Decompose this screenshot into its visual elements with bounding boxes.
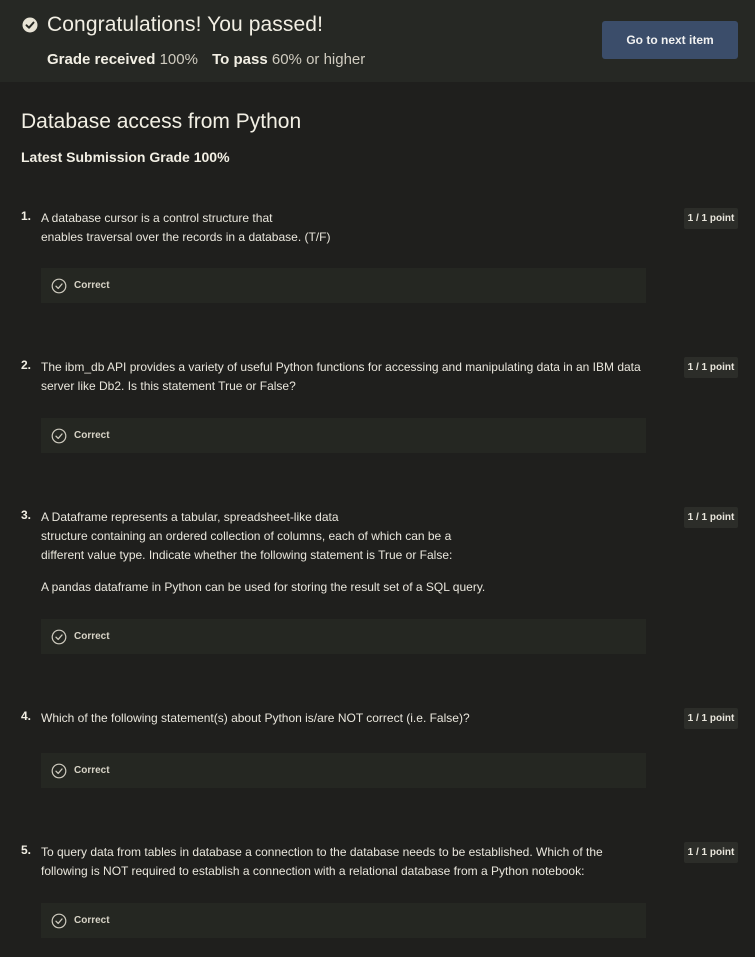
question-line: A database cursor is a control structure… — [41, 211, 273, 225]
pass-banner: Congratulations! You passed! Grade recei… — [0, 0, 755, 82]
question-line: The ibm_db API provides a variety of use… — [41, 360, 641, 374]
answer-result: Correct — [41, 619, 646, 654]
question-line: server like Db2. Is this statement True … — [41, 379, 296, 393]
check-circle-outline-icon — [51, 629, 67, 644]
question-line: following is NOT required to establish a… — [41, 864, 585, 878]
answer-result: Correct — [41, 753, 646, 788]
question-number: 3. — [21, 508, 32, 522]
question-line: To query data from tables in database a … — [41, 845, 603, 859]
question-line: Which of the following statement(s) abou… — [41, 711, 470, 725]
grade-summary: Grade received 100% To pass 60% or highe… — [47, 51, 375, 68]
result-label: Correct — [74, 631, 110, 642]
question-line: enables traversal over the records in a … — [41, 230, 331, 244]
question-statement: A pandas dataframe in Python can be used… — [41, 580, 486, 594]
answer-result: Correct — [41, 903, 646, 938]
question-text: The ibm_db API provides a variety of use… — [41, 358, 651, 396]
result-label: Correct — [74, 430, 110, 441]
check-circle-icon — [22, 17, 38, 33]
result-label: Correct — [74, 280, 110, 291]
question-number: 4. — [21, 709, 32, 723]
answer-result: Correct — [41, 268, 646, 303]
question-text: Which of the following statement(s) abou… — [41, 709, 651, 728]
points-badge: 1 / 1 point — [684, 208, 738, 229]
question-number: 1. — [21, 209, 32, 223]
to-pass-value: 60% or higher — [271, 51, 366, 68]
result-label: Correct — [74, 915, 110, 926]
grade-received-value: 100% — [159, 51, 198, 68]
quiz-title: Database access from Python — [21, 110, 302, 133]
question-number: 2. — [21, 358, 32, 372]
check-circle-outline-icon — [51, 913, 67, 928]
question-line: structure containing an ordered collecti… — [41, 529, 452, 543]
latest-submission-grade: Latest Submission Grade 100% — [21, 149, 230, 165]
question-text: To query data from tables in database a … — [41, 843, 651, 881]
to-pass-label: To pass — [212, 51, 268, 68]
check-circle-outline-icon — [51, 763, 67, 778]
result-label: Correct — [74, 765, 110, 776]
question-text: A Dataframe represents a tabular, spread… — [41, 508, 651, 597]
grade-received-label: Grade received — [47, 51, 156, 68]
question-line: A Dataframe represents a tabular, spread… — [41, 510, 339, 524]
question-text: A database cursor is a control structure… — [41, 209, 651, 247]
check-circle-outline-icon — [51, 428, 67, 443]
check-circle-outline-icon — [51, 278, 67, 293]
question-number: 5. — [21, 843, 32, 857]
question-line: different value type. Indicate whether t… — [41, 548, 453, 562]
points-badge: 1 / 1 point — [684, 357, 738, 378]
points-badge: 1 / 1 point — [684, 708, 738, 729]
points-badge: 1 / 1 point — [684, 842, 738, 863]
points-badge: 1 / 1 point — [684, 507, 738, 528]
go-to-next-item-button[interactable]: Go to next item — [602, 21, 738, 59]
answer-result: Correct — [41, 418, 646, 453]
pass-title: Congratulations! You passed! — [47, 13, 324, 36]
